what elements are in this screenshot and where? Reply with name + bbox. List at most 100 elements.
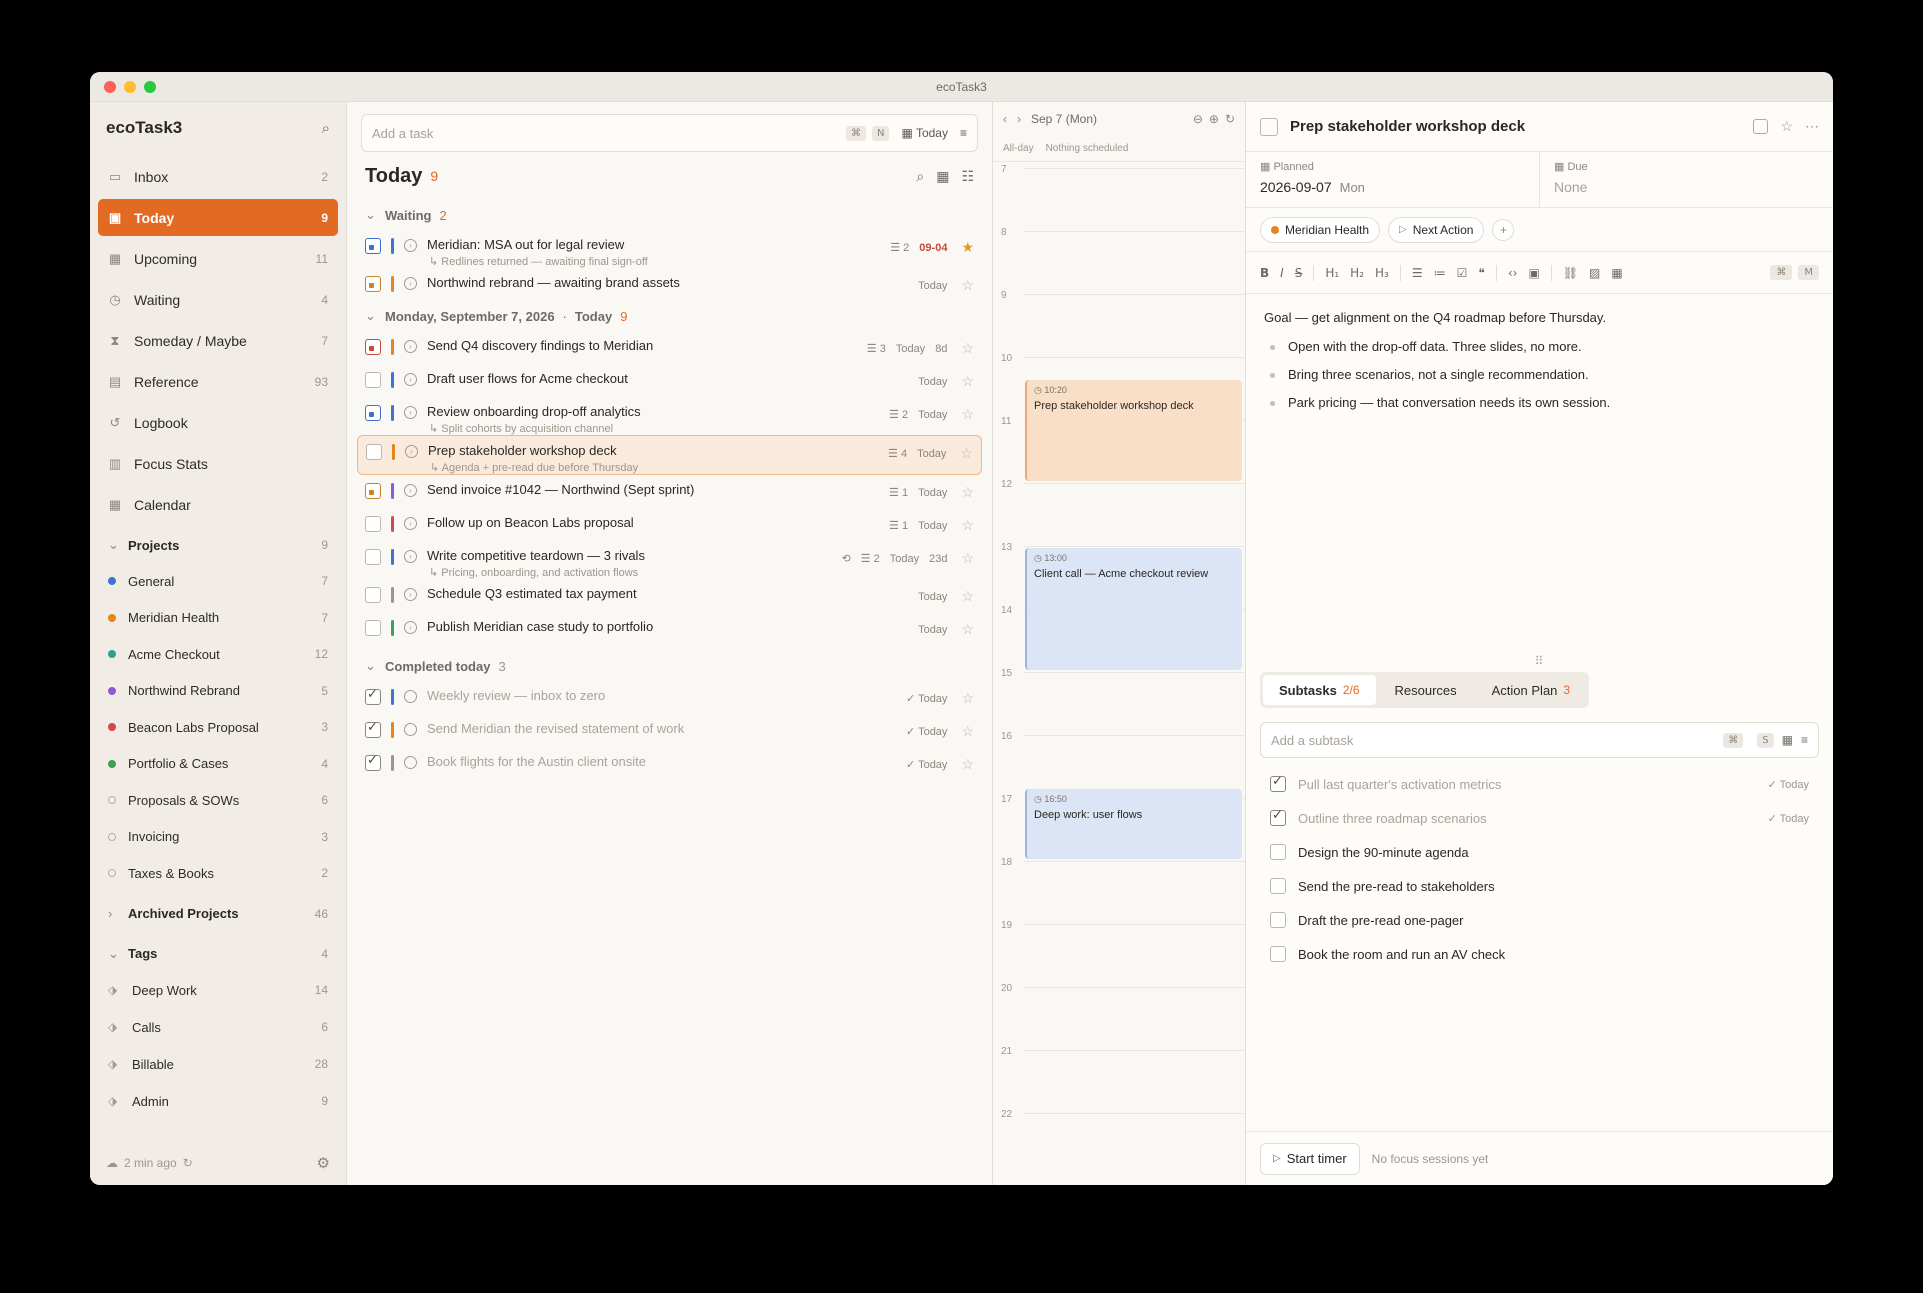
- project-item[interactable]: Meridian Health 7: [90, 600, 346, 637]
- task-checkbox[interactable]: [365, 720, 381, 738]
- refresh-icon[interactable]: ↻: [1225, 112, 1235, 126]
- task-row[interactable]: › Review onboarding drop-off analytics ↳ S…: [347, 397, 992, 435]
- group-header-waiting[interactable]: ⌄ Waiting 2: [347, 200, 992, 230]
- tag-item[interactable]: ⬗ Billable 28: [90, 1046, 346, 1083]
- task-row[interactable]: Weekly review — inbox to zero ✓ Today ☆: [347, 681, 992, 714]
- drag-handle-icon[interactable]: ⠿: [1246, 654, 1833, 668]
- star-icon[interactable]: ★: [961, 239, 974, 256]
- heading2-icon[interactable]: H₂: [1350, 266, 1364, 280]
- task-checkbox[interactable]: [365, 620, 381, 636]
- task-row[interactable]: › Send invoice #1042 — Northwind (Sept sp…: [347, 475, 992, 508]
- zoom-out-icon[interactable]: ⊖: [1193, 112, 1203, 126]
- task-checkbox[interactable]: [365, 549, 381, 565]
- task-checkbox[interactable]: [365, 587, 381, 603]
- project-item[interactable]: Invoicing 3: [90, 819, 346, 856]
- calendar-event[interactable]: ◷ 10:20 Prep stakeholder workshop deck: [1025, 379, 1242, 481]
- detail-title[interactable]: Prep stakeholder workshop deck: [1290, 118, 1525, 135]
- calendar-icon[interactable]: ▦: [1782, 733, 1793, 747]
- archived-projects-header[interactable]: › Archived Projects 46: [90, 896, 346, 932]
- project-item[interactable]: Portfolio & Cases 4: [90, 746, 346, 783]
- task-checkbox[interactable]: [366, 444, 382, 460]
- code-block-icon[interactable]: ▣: [1528, 266, 1539, 280]
- sidebar-item-logbook[interactable]: ↺ Logbook: [98, 404, 338, 441]
- numbered-list-icon[interactable]: ≔: [1434, 266, 1446, 280]
- hour-slot[interactable]: 22: [993, 1109, 1245, 1176]
- hour-slot[interactable]: 8: [993, 227, 1245, 294]
- date-picker-button[interactable]: ▦ Today: [901, 126, 948, 140]
- subtask-label[interactable]: Outline three roadmap scenarios: [1298, 811, 1487, 826]
- star-icon[interactable]: ☆: [1780, 118, 1793, 135]
- project-item[interactable]: Beacon Labs Proposal 3: [90, 709, 346, 746]
- sidebar-item-inbox[interactable]: ▭ Inbox 2: [98, 158, 338, 195]
- task-checkbox[interactable]: [365, 405, 381, 421]
- zoom-in-icon[interactable]: ⊕: [1209, 112, 1219, 126]
- star-icon[interactable]: ☆: [961, 550, 974, 567]
- subtask-checkbox[interactable]: [1270, 946, 1286, 962]
- options-icon[interactable]: ≡: [960, 126, 967, 140]
- calendar-event[interactable]: ◷ 16:50 Deep work: user flows: [1025, 789, 1242, 859]
- star-icon[interactable]: ☆: [961, 723, 974, 740]
- tab-subtasks[interactable]: Subtasks 2/6: [1263, 675, 1376, 705]
- task-row[interactable]: › Meridian: MSA out for legal review ↳ Red…: [347, 230, 992, 268]
- table-icon[interactable]: ▦: [1611, 266, 1622, 280]
- subtask-checkbox[interactable]: [1270, 808, 1286, 826]
- project-item[interactable]: Acme Checkout 12: [90, 636, 346, 673]
- notes-editor[interactable]: Goal — get alignment on the Q4 roadmap b…: [1246, 294, 1833, 439]
- task-row[interactable]: › Schedule Q3 estimated tax payment Today ☆: [347, 579, 992, 612]
- subtask-checkbox[interactable]: [1270, 774, 1286, 792]
- tag-item[interactable]: ⬗ Deep Work 14: [90, 972, 346, 1009]
- complete-task-checkbox[interactable]: [1260, 117, 1278, 136]
- star-icon[interactable]: ☆: [961, 517, 974, 534]
- next-day-button[interactable]: ›: [1017, 112, 1021, 126]
- options-icon[interactable]: ≡: [1801, 733, 1808, 747]
- task-row[interactable]: › Draft user flows for Acme checkout Today…: [347, 364, 992, 397]
- calendar-event[interactable]: ◷ 13:00 Client call — Acme checkout revie…: [1025, 548, 1242, 670]
- task-checkbox[interactable]: [365, 687, 381, 705]
- hour-slot[interactable]: 7: [993, 164, 1245, 231]
- task-row[interactable]: › Send Q4 discovery findings to Meridian ☰…: [347, 331, 992, 364]
- star-icon[interactable]: ☆: [961, 621, 974, 638]
- subtask-checkbox[interactable]: [1270, 912, 1286, 928]
- group-header-day[interactable]: ⌄ Monday, September 7, 2026 · Today 9: [347, 301, 992, 331]
- link-icon[interactable]: ⛓: [1563, 266, 1578, 280]
- tag-item[interactable]: ⬗ Calls 6: [90, 1009, 346, 1046]
- image-icon[interactable]: ▨: [1589, 266, 1600, 280]
- hour-slot[interactable]: 15: [993, 668, 1245, 735]
- task-checkbox[interactable]: [365, 339, 381, 355]
- project-item[interactable]: Taxes & Books 2: [90, 855, 346, 892]
- subtask-checkbox[interactable]: [1270, 844, 1286, 860]
- sidebar-item-upcoming[interactable]: ▦ Upcoming 11: [98, 240, 338, 277]
- sidebar-item-calendar[interactable]: ▦ Calendar: [98, 486, 338, 523]
- code-icon[interactable]: ‹›: [1508, 266, 1518, 280]
- star-icon[interactable]: ☆: [961, 588, 974, 605]
- due-date-field[interactable]: ▦ Due None: [1539, 152, 1833, 207]
- add-task-input[interactable]: Add a task ⌘ N ▦ Today ≡: [361, 114, 978, 152]
- task-row[interactable]: › Write competitive teardown — 3 rivals ↳ …: [347, 541, 992, 579]
- project-item[interactable]: General 7: [90, 563, 346, 600]
- star-icon[interactable]: ☆: [961, 373, 974, 390]
- task-row[interactable]: › Northwind rebrand — awaiting brand asse…: [347, 268, 992, 301]
- subtask-label[interactable]: Book the room and run an AV check: [1298, 947, 1505, 962]
- subtask-label[interactable]: Design the 90-minute agenda: [1298, 845, 1469, 860]
- hour-slot[interactable]: 19: [993, 920, 1245, 987]
- hour-slot[interactable]: 12: [993, 479, 1245, 546]
- task-checkbox[interactable]: [365, 483, 381, 499]
- sync-icon[interactable]: ↻: [183, 1156, 193, 1170]
- search-icon[interactable]: ⌕: [322, 120, 330, 137]
- star-icon[interactable]: ☆: [961, 690, 974, 707]
- sidebar-item-today[interactable]: ▣ Today 9: [98, 199, 338, 236]
- task-row[interactable]: › Follow up on Beacon Labs proposal ☰ 1 Tod…: [347, 508, 992, 541]
- sidebar-item-someday-maybe[interactable]: ⧗ Someday / Maybe 7: [98, 322, 338, 359]
- hour-slot[interactable]: 20: [993, 983, 1245, 1050]
- task-checkbox[interactable]: [365, 372, 381, 388]
- projects-header[interactable]: ⌄ Projects 9: [90, 527, 346, 563]
- tab-resources[interactable]: Resources: [1379, 675, 1473, 705]
- quote-icon[interactable]: ❝: [1478, 266, 1484, 280]
- heading1-icon[interactable]: H₁: [1325, 266, 1339, 280]
- sidebar-item-focus-stats[interactable]: ▥ Focus Stats: [98, 445, 338, 482]
- tag-item[interactable]: ⬗ Admin 9: [90, 1083, 346, 1120]
- star-icon[interactable]: ☆: [961, 756, 974, 773]
- add-subtask-input[interactable]: Add a subtask ⌘ S ▦ ≡: [1260, 722, 1819, 758]
- star-icon[interactable]: ☆: [961, 277, 974, 294]
- prev-day-button[interactable]: ‹: [1003, 112, 1007, 126]
